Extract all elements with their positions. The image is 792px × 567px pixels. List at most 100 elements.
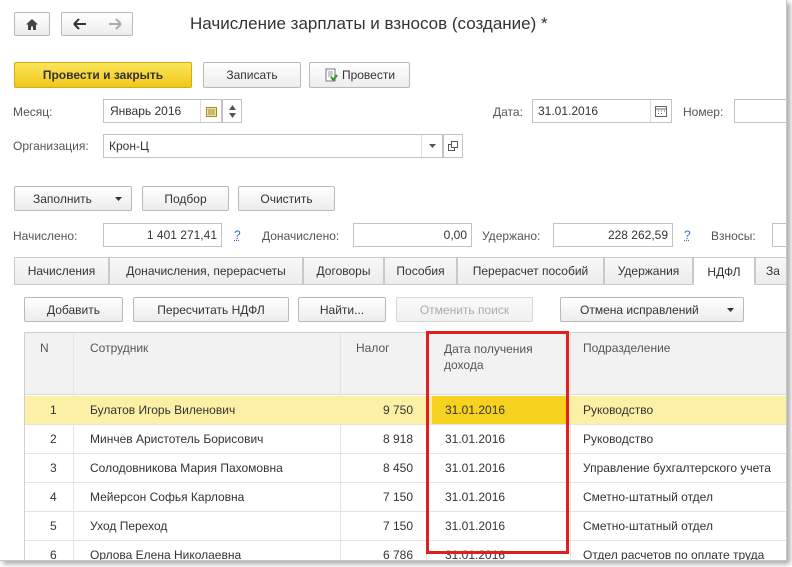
header-department[interactable]: Подразделение: [583, 333, 670, 395]
header-n[interactable]: N: [40, 333, 49, 395]
tab-benefits[interactable]: Пособия: [384, 257, 457, 284]
contributions-label: Взносы:: [711, 229, 756, 243]
date-label: Дата:: [493, 105, 523, 119]
tabs-baseline: [14, 284, 786, 285]
row-tax: 7 150: [382, 519, 413, 533]
post-button[interactable]: Провести: [309, 62, 410, 88]
contributions-field: [772, 223, 786, 247]
row-tax: 6 786: [382, 548, 413, 561]
extra-accrued-value: 0,00: [443, 228, 467, 242]
withheld-field: 228 262,59: [553, 223, 673, 247]
cancel-corrections-label: Отмена исправлений: [580, 302, 699, 317]
open-organization-button[interactable]: [443, 134, 463, 158]
tab-contracts[interactable]: Договоры: [303, 257, 384, 284]
select-button[interactable]: Подбор: [142, 186, 229, 211]
save-button[interactable]: Записать: [203, 62, 301, 88]
row-department: Управление бухгалтерского учета: [583, 461, 771, 475]
date-field[interactable]: 31.01.2016: [532, 99, 672, 123]
chevron-down-icon: [228, 112, 236, 118]
find-button[interactable]: Найти...: [298, 297, 386, 322]
chevron-down-icon: [727, 308, 734, 312]
tab-accruals[interactable]: Начисления: [14, 257, 109, 284]
chevron-up-icon: [228, 104, 236, 110]
cancel-search-button[interactable]: Отменить поиск: [396, 297, 533, 322]
withheld-label: Удержано:: [482, 229, 541, 243]
nav-group: [61, 12, 133, 36]
table-row[interactable]: 2 Минчев Аристотель Борисович 8 918 31.0…: [25, 425, 786, 454]
row-department: Руководство: [583, 403, 654, 417]
organization-label: Организация:: [13, 139, 89, 153]
row-department: Сметно-штатный отдел: [583, 519, 713, 533]
fill-button-label: Заполнить: [33, 191, 92, 206]
row-tax: 8 918: [382, 432, 413, 446]
post-and-close-button[interactable]: Провести и закрыть: [14, 62, 192, 88]
extra-accrued-label: Доначислено:: [262, 229, 340, 243]
forward-button[interactable]: [108, 18, 122, 30]
post-document-icon: [325, 68, 338, 82]
calendar-icon[interactable]: [200, 100, 221, 122]
recalculate-ndfl-button[interactable]: Пересчитать НДФЛ: [133, 297, 289, 322]
highlight-box: [426, 331, 569, 554]
row-tax: 9 750: [382, 403, 413, 417]
home-button[interactable]: [14, 12, 50, 36]
fill-button[interactable]: Заполнить: [14, 186, 132, 211]
add-button[interactable]: Добавить: [24, 297, 123, 322]
month-label: Месяц:: [13, 105, 53, 119]
withheld-value: 228 262,59: [607, 228, 668, 242]
row-employee: Солодовникова Мария Пахомовна: [90, 461, 283, 475]
organization-field[interactable]: Крон-Ц: [103, 134, 443, 158]
home-icon: [26, 18, 38, 30]
organization-value: Крон-Ц: [109, 139, 149, 153]
cancel-corrections-button[interactable]: Отмена исправлений: [560, 297, 744, 322]
row-tax: 8 450: [382, 461, 413, 475]
number-field[interactable]: [734, 99, 786, 123]
table-row[interactable]: 5 Уход Переход 7 150 31.01.2016 Сметно-ш…: [25, 512, 786, 541]
table-row[interactable]: 1 Булатов Игорь Виленович 9 750 31.01.20…: [25, 396, 786, 425]
month-stepper[interactable]: [222, 99, 242, 123]
extra-accrued-field: 0,00: [353, 223, 472, 247]
document-window: Начисление зарплаты и взносов (создание)…: [0, 0, 787, 561]
row-n: 2: [50, 432, 57, 446]
row-tax: 7 150: [382, 490, 413, 504]
page-title: Начисление зарплаты и взносов (создание)…: [190, 14, 548, 33]
row-n: 3: [50, 461, 57, 475]
accrued-label: Начислено:: [13, 229, 78, 243]
accrued-field: 1 401 271,41: [103, 223, 222, 247]
accrued-help-link[interactable]: ?: [234, 228, 241, 242]
chevron-down-icon: [428, 144, 436, 148]
row-department: Отдел расчетов по оплате труда: [583, 548, 765, 561]
chevron-down-icon: [115, 197, 122, 201]
header-tax[interactable]: Налог: [356, 333, 390, 395]
open-icon: [448, 141, 458, 151]
arrow-right-icon: [108, 18, 122, 30]
calendar-icon[interactable]: [650, 100, 671, 122]
back-button[interactable]: [72, 18, 87, 30]
row-n: 4: [50, 490, 57, 504]
row-employee: Минчев Аристотель Борисович: [90, 432, 264, 446]
accrued-value: 1 401 271,41: [146, 228, 217, 242]
month-field[interactable]: Январь 2016: [103, 99, 222, 123]
row-n: 6: [50, 548, 57, 561]
number-label: Номер:: [683, 105, 724, 119]
row-employee: Орлова Елена Николаевна: [90, 548, 242, 561]
tab-deductions[interactable]: Удержания: [604, 257, 693, 284]
header-employee[interactable]: Сотрудник: [90, 333, 148, 395]
row-department: Сметно-штатный отдел: [583, 490, 713, 504]
table-row[interactable]: 4 Мейерсон Софья Карловна 7 150 31.01.20…: [25, 483, 786, 512]
row-department: Руководство: [583, 432, 654, 446]
row-employee: Мейерсон Софья Карловна: [90, 490, 245, 504]
arrow-left-icon: [72, 18, 86, 30]
tab-benefit-recalculation[interactable]: Перерасчет пособий: [457, 257, 604, 284]
withheld-help-link[interactable]: ?: [684, 228, 691, 242]
tab-additional-accruals[interactable]: Доначисления, перерасчеты: [109, 257, 303, 284]
tab-more[interactable]: За: [755, 257, 786, 284]
row-employee: Булатов Игорь Виленович: [90, 403, 236, 417]
tab-ndfl[interactable]: НДФЛ: [693, 257, 755, 285]
clear-button[interactable]: Очистить: [238, 186, 335, 211]
dropdown-button[interactable]: [421, 135, 442, 157]
row-n: 1: [50, 403, 57, 417]
month-value: Январь 2016: [110, 104, 182, 118]
table-row[interactable]: 3 Солодовникова Мария Пахомовна 8 450 31…: [25, 454, 786, 483]
table-row[interactable]: 6 Орлова Елена Николаевна 6 786 31.01.20…: [25, 541, 786, 561]
post-button-label: Провести: [341, 68, 396, 82]
